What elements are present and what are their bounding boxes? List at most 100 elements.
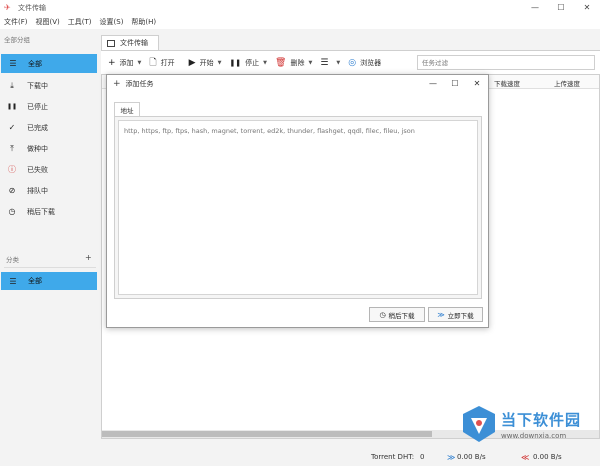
queue-icon: ⊘ xyxy=(8,186,16,195)
add-category-button[interactable]: + xyxy=(85,253,92,262)
dialog-title: 添加任务 xyxy=(125,80,154,88)
sidebar-item-label: 已停止 xyxy=(27,102,48,111)
start-label: 开始 xyxy=(199,58,214,67)
watermark-title: 当下软件园 xyxy=(501,410,582,429)
dialog-minimize-button[interactable]: — xyxy=(422,75,444,93)
clock-icon: ◷ xyxy=(379,310,386,319)
sidebar-item-label: 下载中 xyxy=(27,81,48,90)
category-header: 分类 xyxy=(6,256,19,264)
start-button[interactable]: ▶ 开始 ▼ xyxy=(189,58,222,68)
column-upload-speed[interactable]: 上传速度 xyxy=(554,78,580,88)
status-bar: Torrent DHT: 0 ≫ 0.00 B/s ≪ 0.00 B/s xyxy=(101,448,600,466)
stop-label: 停止 xyxy=(245,58,260,67)
tab-label: 文件传输 xyxy=(120,39,148,47)
dialog-title-bar: + 添加任务 — ☐ ✕ xyxy=(107,75,488,93)
download-speed-value: 0.00 B/s xyxy=(457,453,486,461)
upload-speed-value: 0.00 B/s xyxy=(533,453,562,461)
download-speed-icon: ≫ xyxy=(447,453,456,462)
check-icon: ✓ xyxy=(8,123,16,132)
app-logo-icon: ✈ xyxy=(4,3,11,12)
task-filter-input[interactable] xyxy=(417,55,595,70)
browser-label: 浏览器 xyxy=(360,58,382,67)
watermark: 当下软件园 www.downxia.com xyxy=(461,404,581,444)
menu-bar: 文件(F) 视图(V) 工具(T) 设置(S) 帮助(H) xyxy=(0,15,600,29)
double-chevron-down-icon: ≫ xyxy=(437,310,445,319)
window-controls: — ☐ ✕ xyxy=(522,0,600,15)
sidebar-item-downloading[interactable]: ⤓ 下载中 xyxy=(0,76,98,95)
download-now-label: 立即下载 xyxy=(447,311,474,320)
menu-view[interactable]: 视图(V) xyxy=(36,17,60,27)
chevron-down-icon[interactable]: ▼ xyxy=(138,60,142,66)
sidebar-item-label: 做种中 xyxy=(27,144,48,153)
browser-button[interactable]: ◎ 浏览器 xyxy=(348,58,381,68)
category-item-all[interactable]: ☰ 全部 xyxy=(1,272,97,290)
category-item-label: 全部 xyxy=(28,277,42,285)
maximize-button[interactable]: ☐ xyxy=(548,0,574,15)
sidebar-item-label: 已完成 xyxy=(27,123,48,132)
clock-icon: ◷ xyxy=(8,207,16,216)
list-icon: ☰ xyxy=(9,276,17,286)
pause-icon: ❚❚ xyxy=(229,58,242,67)
close-button[interactable]: ✕ xyxy=(574,0,600,15)
tab-file-transfer[interactable]: 文件传输 xyxy=(101,35,159,50)
menu-settings[interactable]: 设置(S) xyxy=(100,17,124,27)
sidebar-item-label: 稍后下载 xyxy=(27,207,55,216)
menu-help[interactable]: 帮助(H) xyxy=(131,17,156,27)
sidebar-item-completed[interactable]: ✓ 已完成 xyxy=(0,118,98,137)
dialog-body xyxy=(114,116,482,299)
sidebar-item-label: 全部 xyxy=(28,59,42,68)
menu-file[interactable]: 文件(F) xyxy=(4,17,28,27)
download-icon: ⤓ xyxy=(10,80,14,90)
menu-icon: ☰ xyxy=(320,57,329,68)
chevron-down-icon[interactable]: ▼ xyxy=(308,60,312,66)
play-icon: ▶ xyxy=(188,57,196,68)
stop-button[interactable]: ❚❚ 停止 ▼ xyxy=(229,58,267,68)
title-bar: ✈ 文件传输 — ☐ ✕ xyxy=(0,0,600,15)
add-task-dialog: + 添加任务 — ☐ ✕ 地址 ◷ 稍后下载 ≫ 立即下载 xyxy=(106,74,489,328)
globe-icon: ◎ xyxy=(348,57,357,68)
watermark-url: www.downxia.com xyxy=(501,431,567,440)
sidebar-item-queued[interactable]: ⊘ 排队中 xyxy=(0,181,98,200)
file-icon: 🗋 xyxy=(149,57,157,68)
dht-value: 0 xyxy=(420,453,425,461)
error-shield-icon: ⓘ xyxy=(8,165,16,174)
chevron-down-icon[interactable]: ▼ xyxy=(218,60,222,66)
sidebar-item-later[interactable]: ◷ 稍后下载 xyxy=(0,202,98,221)
watermark-logo-icon xyxy=(461,404,497,444)
chevron-down-icon[interactable]: ▼ xyxy=(263,60,267,66)
open-button[interactable]: 🗋 打开 xyxy=(149,55,174,71)
category-divider xyxy=(4,267,96,268)
dialog-close-button[interactable]: ✕ xyxy=(466,75,488,93)
sidebar-item-seeding[interactable]: ⤒ 做种中 xyxy=(0,139,98,158)
scrollbar-thumb[interactable] xyxy=(102,431,432,437)
dialog-maximize-button[interactable]: ☐ xyxy=(444,75,466,93)
tab-address[interactable]: 地址 xyxy=(114,102,140,116)
trash-icon: 🗑 xyxy=(275,57,287,68)
sidebar-item-label: 已失败 xyxy=(27,165,48,174)
sidebar: 全部分组 ☰ 全部 ⤓ 下载中 ❚❚ 已停止 ✓ 已完成 ⤒ 做种中 ⓘ 已失败… xyxy=(0,29,100,466)
chevron-down-icon[interactable]: ▼ xyxy=(336,60,340,66)
window-icon xyxy=(107,39,115,47)
add-label: 添加 xyxy=(119,58,134,67)
download-later-button[interactable]: ◷ 稍后下载 xyxy=(369,307,425,322)
sidebar-item-stopped[interactable]: ❚❚ 已停止 xyxy=(0,97,98,116)
dialog-window-controls: — ☐ ✕ xyxy=(422,75,488,93)
more-menu-button[interactable]: ☰ ▼ xyxy=(320,58,340,68)
add-button[interactable]: + 添加 ▼ xyxy=(108,58,141,68)
list-icon: ☰ xyxy=(9,59,17,68)
delete-label: 删除 xyxy=(290,58,305,67)
sidebar-item-label: 排队中 xyxy=(27,186,48,195)
pause-icon: ❚❚ xyxy=(6,103,18,110)
sidebar-header: 全部分组 xyxy=(4,36,30,44)
minimize-button[interactable]: — xyxy=(522,0,548,15)
url-input[interactable] xyxy=(118,120,478,295)
sidebar-item-all[interactable]: ☰ 全部 xyxy=(1,54,97,73)
toolbar: + 添加 ▼ 🗋 打开 ▶ 开始 ▼ ❚❚ 停止 ▼ 🗑 删除 ▼ ☰ ▼ ◎ xyxy=(101,50,600,74)
dht-label: Torrent DHT: xyxy=(371,453,415,461)
download-now-button[interactable]: ≫ 立即下载 xyxy=(428,307,483,322)
column-download-speed[interactable]: 下载速度 xyxy=(494,78,520,88)
sidebar-item-failed[interactable]: ⓘ 已失败 xyxy=(0,160,98,179)
menu-tools[interactable]: 工具(T) xyxy=(68,17,92,27)
delete-button[interactable]: 🗑 删除 ▼ xyxy=(275,58,312,68)
open-label: 打开 xyxy=(160,58,175,67)
